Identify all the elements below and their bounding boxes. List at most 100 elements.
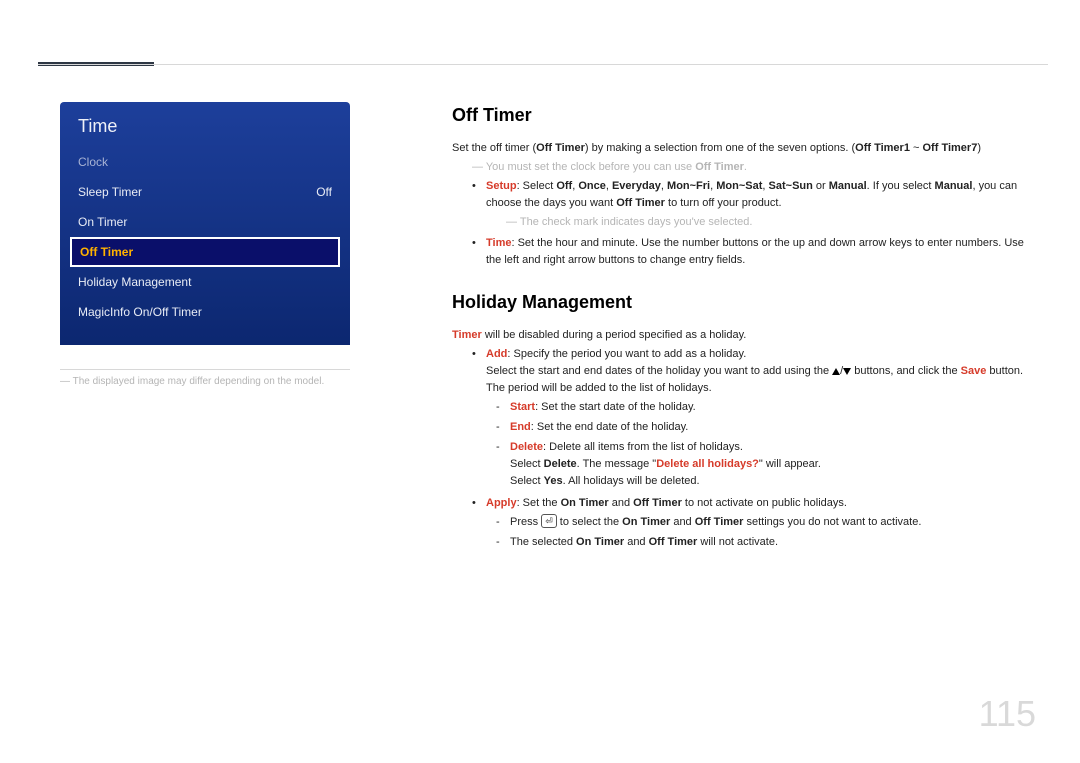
heading-holiday-management: Holiday Management: [452, 289, 1030, 317]
menu-item-holiday-management[interactable]: Holiday Management: [60, 267, 350, 297]
t: Select: [510, 475, 544, 487]
menu-item-label: MagicInfo On/Off Timer: [78, 305, 202, 319]
t: or: [813, 180, 829, 192]
menu-title: Time: [60, 102, 350, 147]
t: The selected: [510, 536, 576, 548]
t: to not activate on public holidays.: [682, 497, 847, 509]
menu-item-off-timer[interactable]: Off Timer: [70, 237, 340, 267]
t: .: [744, 161, 747, 173]
arrow-down-icon: [843, 368, 851, 375]
add-sublist: Start: Set the start date of the holiday…: [496, 399, 1030, 490]
t: Yes: [544, 475, 563, 487]
t: buttons, and click the: [851, 365, 960, 377]
t: Delete: [544, 458, 577, 470]
t: Select the start and end dates of the ho…: [486, 365, 832, 377]
t: Off Timer: [695, 161, 744, 173]
t: ― You must set the clock before you can …: [472, 161, 695, 173]
menu-item-on-timer[interactable]: On Timer: [60, 207, 350, 237]
t: Manual: [829, 180, 867, 192]
end-item: End: Set the end date of the holiday.: [496, 419, 1030, 436]
t: : Select: [517, 180, 557, 192]
t: Off Timer: [633, 497, 682, 509]
t: Delete: [510, 441, 543, 453]
t: Select: [510, 458, 544, 470]
arrow-up-icon: [832, 368, 840, 375]
start-item: Start: Set the start date of the holiday…: [496, 399, 1030, 416]
t: : Specify the period you want to add as …: [507, 348, 746, 360]
t: ) by making a selection from one of the …: [585, 142, 855, 154]
off-timer-note-1: ― You must set the clock before you can …: [472, 159, 1030, 176]
t: : Delete all items from the list of holi…: [543, 441, 743, 453]
off-timer-intro: Set the off timer (Off Timer) by making …: [452, 140, 1030, 157]
menu-panel: Time Clock Sleep Timer Off On Timer Off …: [60, 102, 350, 345]
add-detail: Select the start and end dates of the ho…: [486, 363, 1030, 380]
t: : Set the end date of the holiday.: [531, 421, 689, 433]
menu-item-label: On Timer: [78, 215, 127, 229]
delete-detail-2: Select Yes. All holidays will be deleted…: [510, 473, 1030, 490]
menu-item-magicinfo-onoff-timer[interactable]: MagicInfo On/Off Timer: [60, 297, 350, 327]
t: to turn off your product.: [665, 197, 782, 209]
t: button.: [986, 365, 1023, 377]
sidebar: Time Clock Sleep Timer Off On Timer Off …: [60, 102, 350, 387]
t: Sat~Sun: [769, 180, 813, 192]
t: Off Timer7: [923, 142, 978, 154]
t: " will appear.: [759, 458, 821, 470]
t: Everyday: [612, 180, 661, 192]
menu-item-label: Clock: [78, 155, 108, 169]
t: Apply: [486, 497, 517, 509]
t: Off Timer: [649, 536, 698, 548]
t: Set the off timer (: [452, 142, 536, 154]
sidebar-divider: [60, 369, 350, 370]
menu-item-clock[interactable]: Clock: [60, 147, 350, 177]
sidebar-note: ― The displayed image may differ dependi…: [60, 376, 350, 387]
t: Mon~Fri: [667, 180, 710, 192]
main-content: Off Timer Set the off timer (Off Timer) …: [452, 102, 1030, 555]
menu-item-value: Off: [316, 185, 332, 199]
t: Time: [486, 237, 511, 249]
t: : Set the start date of the holiday.: [535, 401, 696, 413]
t: Delete all holidays?: [656, 458, 759, 470]
t: and: [624, 536, 648, 548]
t: . If you select: [867, 180, 935, 192]
t: : Set the hour and minute. Use the numbe…: [486, 237, 1024, 266]
t: will be disabled during a period specifi…: [482, 329, 747, 341]
t: Save: [961, 365, 987, 377]
t: On Timer: [576, 536, 624, 548]
menu-item-sleep-timer[interactable]: Sleep Timer Off: [60, 177, 350, 207]
heading-off-timer: Off Timer: [452, 102, 1030, 130]
t: ~: [910, 142, 923, 154]
time-item: Time: Set the hour and minute. Use the n…: [472, 235, 1030, 269]
t: Timer: [452, 329, 482, 341]
header-rule: [38, 64, 1048, 65]
t: Off: [556, 180, 572, 192]
t: Press: [510, 516, 541, 528]
t: Off Timer1: [855, 142, 910, 154]
apply-item: Apply: Set the On Timer and Off Timer to…: [472, 495, 1030, 551]
t: Add: [486, 348, 507, 360]
t: End: [510, 421, 531, 433]
apply-sublist: Press ⏎ to select the On Timer and Off T…: [496, 514, 1030, 551]
t: . All holidays will be deleted.: [563, 475, 700, 487]
menu-item-label: Holiday Management: [78, 275, 191, 289]
page-number: 115: [979, 693, 1036, 735]
t: ): [977, 142, 981, 154]
t: On Timer: [622, 516, 670, 528]
t: settings you do not want to activate.: [743, 516, 921, 528]
delete-detail-1: Select Delete. The message "Delete all h…: [510, 456, 1030, 473]
menu-item-label: Sleep Timer: [78, 185, 142, 199]
t: On Timer: [561, 497, 609, 509]
apply-press: Press ⏎ to select the On Timer and Off T…: [496, 514, 1030, 531]
t: Off Timer: [695, 516, 744, 528]
add-item: Add: Specify the period you want to add …: [472, 346, 1030, 490]
menu-item-label: Off Timer: [80, 245, 133, 259]
delete-item: Delete: Delete all items from the list o…: [496, 439, 1030, 490]
off-timer-list: Setup: Select Off, Once, Everyday, Mon~F…: [472, 178, 1030, 269]
t: : Set the: [517, 497, 561, 509]
t: and: [670, 516, 694, 528]
t: Mon~Sat: [716, 180, 762, 192]
setup-item: Setup: Select Off, Once, Everyday, Mon~F…: [472, 178, 1030, 231]
off-timer-note-2: ― The check mark indicates days you've s…: [506, 214, 1030, 231]
holiday-list: Add: Specify the period you want to add …: [472, 346, 1030, 551]
t: Manual: [935, 180, 973, 192]
enter-icon: ⏎: [541, 514, 557, 528]
